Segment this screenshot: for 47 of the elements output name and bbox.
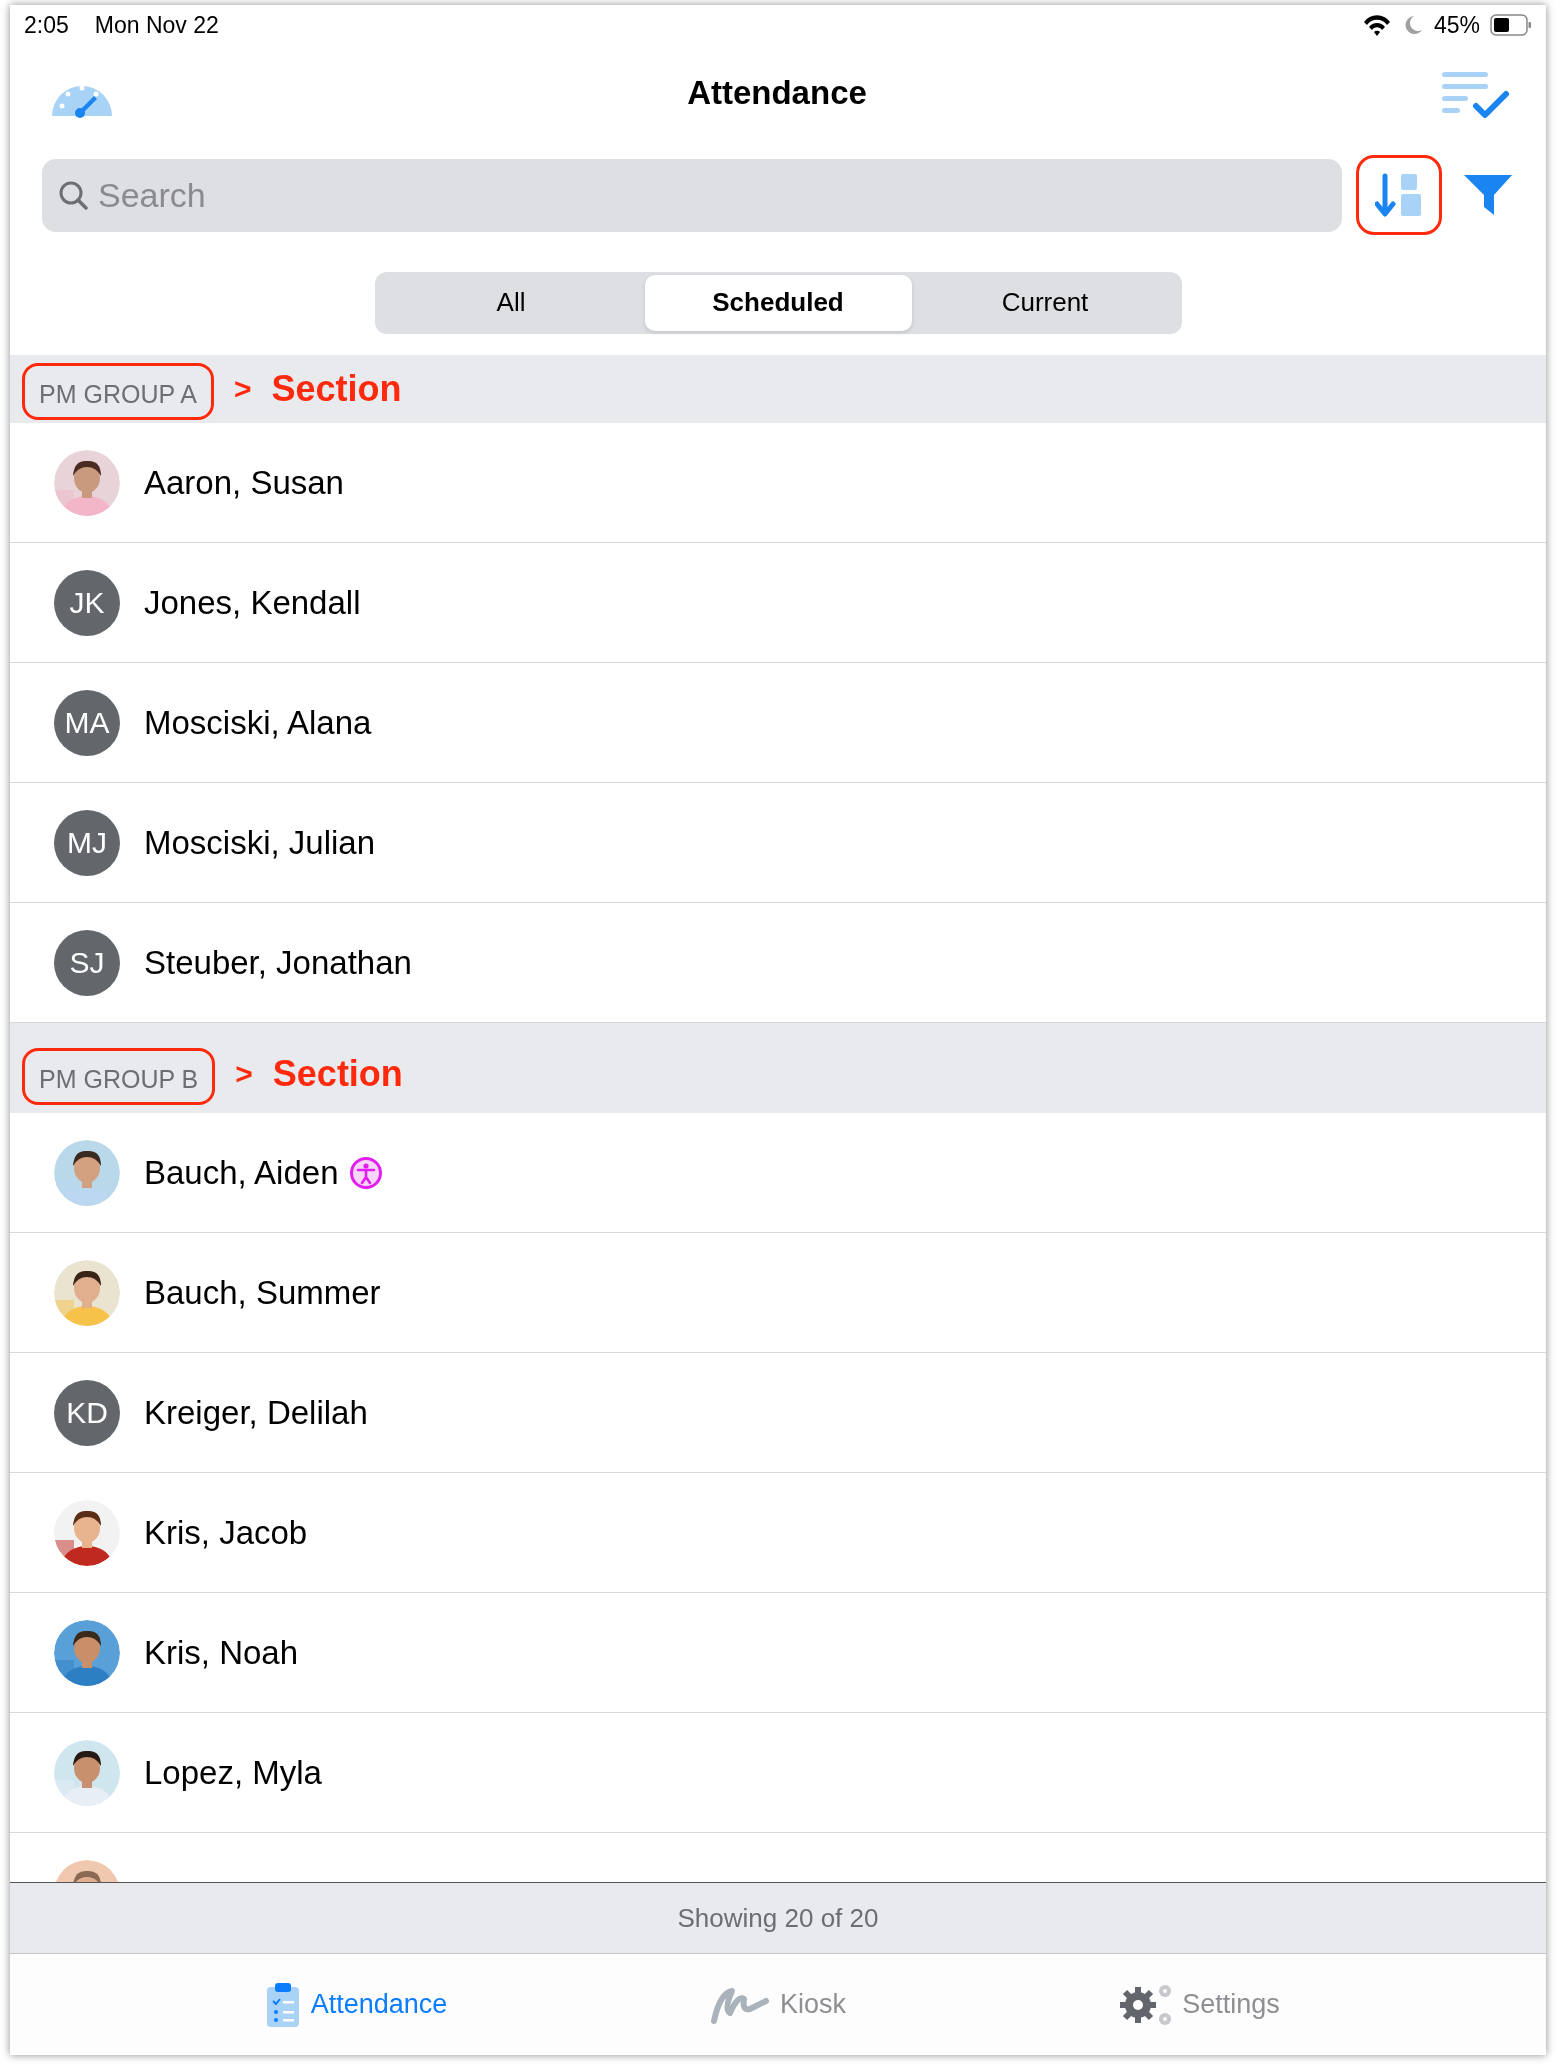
- group-label: PM GROUP B: [22, 1048, 216, 1105]
- initials-avatar: SJ: [54, 929, 120, 996]
- battery-icon: [1490, 14, 1532, 36]
- student-name: Bauch, Aiden: [144, 1153, 339, 1192]
- initials-avatar: MJ: [54, 809, 120, 876]
- student-name: Aaron, Susan: [144, 463, 344, 502]
- status-time: 2:05: [24, 11, 69, 39]
- battery-percent: 45%: [1433, 11, 1480, 39]
- student-row[interactable]: KD Kreiger, Delilah: [10, 1353, 1546, 1473]
- initials-avatar: KD: [54, 1379, 120, 1446]
- initials-avatar: JK: [54, 569, 120, 636]
- segment-tab[interactable]: Current: [911, 274, 1179, 331]
- student-row[interactable]: MJ Mosciski, Julian: [10, 783, 1546, 903]
- student-row[interactable]: Lopez, Myla: [10, 1713, 1546, 1833]
- student-row[interactable]: Kris, Noah: [10, 1593, 1546, 1713]
- student-row[interactable]: MA Mosciski, Alana: [10, 663, 1546, 783]
- student-row[interactable]: Bauch, Aiden: [10, 1113, 1546, 1233]
- annotation-arrow: >: [235, 1057, 253, 1092]
- annotation-label: Section: [271, 368, 402, 411]
- wifi-icon: [1361, 14, 1392, 36]
- student-name: Lopez, Myla: [144, 1753, 322, 1792]
- student-name: Kreiger, Delilah: [144, 1393, 368, 1432]
- nav-title: Attendance: [687, 73, 867, 112]
- student-row[interactable]: Aaron, Susan: [10, 423, 1546, 543]
- clipboard-icon: [264, 1980, 301, 2029]
- student-name: Steuber, Jonathan: [144, 943, 412, 982]
- results-count: Showing 20 of 20: [677, 1902, 879, 1934]
- student-name: Jones, Kendall: [144, 583, 361, 622]
- tab-bar-item[interactable]: Attendance: [145, 1979, 567, 2030]
- initials-avatar: MA: [54, 689, 120, 756]
- student-name: Bauch, Summer: [144, 1273, 381, 1312]
- student-name: Mosciski, Julian: [144, 823, 376, 862]
- sort-button[interactable]: [1356, 155, 1442, 235]
- student-row[interactable]: Kris, Jacob: [10, 1473, 1546, 1593]
- student-name: Mosciski, Alana: [144, 703, 372, 742]
- group-label: PM GROUP A: [22, 363, 214, 420]
- student-name: Kris, Jacob: [144, 1513, 308, 1552]
- status-date: Mon Nov 22: [94, 11, 219, 39]
- annotation-arrow: >: [233, 372, 252, 407]
- sort-icon: [1375, 172, 1423, 218]
- annotation-label: Section: [272, 1053, 403, 1096]
- student-row[interactable]: Bauch, Summer: [10, 1233, 1546, 1353]
- segment-tab[interactable]: Scheduled: [644, 274, 912, 331]
- student-row[interactable]: JK Jones, Kendall: [10, 543, 1546, 663]
- search-field[interactable]: Search: [42, 158, 1342, 232]
- student-name: Kris, Noah: [144, 1633, 299, 1672]
- segment-tab[interactable]: All: [377, 274, 645, 331]
